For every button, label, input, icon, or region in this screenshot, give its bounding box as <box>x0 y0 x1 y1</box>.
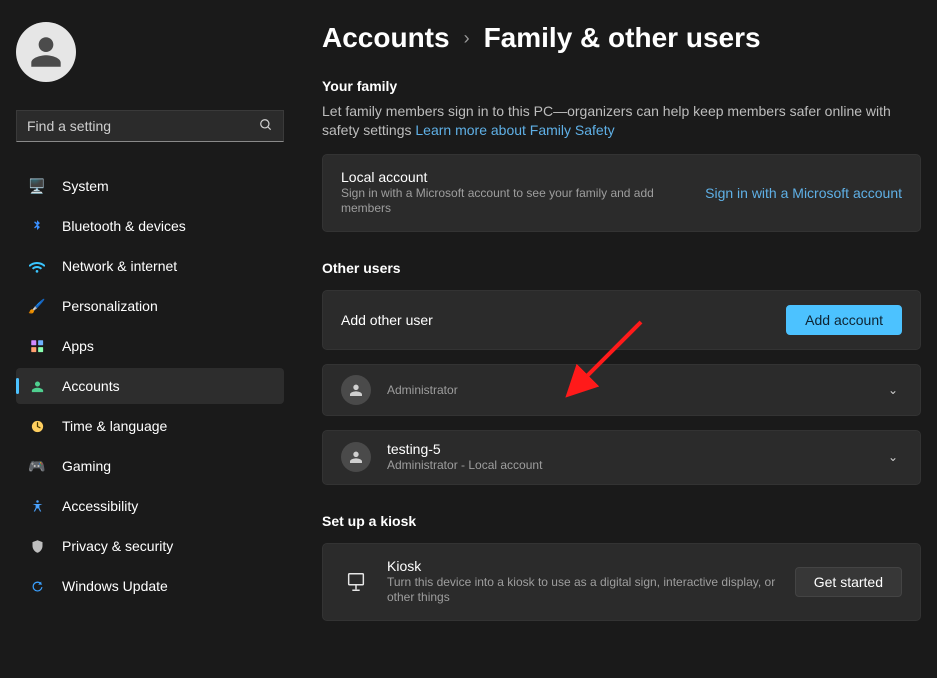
local-account-title: Local account <box>341 169 689 185</box>
chevron-down-icon[interactable]: ⌄ <box>884 379 902 401</box>
sidebar-item-label: Windows Update <box>62 578 168 594</box>
sidebar-item-time[interactable]: Time & language <box>16 408 284 444</box>
brush-icon: 🖌️ <box>28 297 46 315</box>
clock-icon <box>28 417 46 435</box>
display-icon: 🖥️ <box>28 177 46 195</box>
family-heading: Your family <box>322 78 921 94</box>
add-other-user-card: Add other user Add account <box>322 290 921 350</box>
sidebar-item-label: Accounts <box>62 378 120 394</box>
user-role: Administrator - Local account <box>387 458 868 474</box>
sidebar-item-label: Time & language <box>62 418 167 434</box>
chevron-down-icon[interactable]: ⌄ <box>884 446 902 468</box>
user-avatar-icon <box>341 375 371 405</box>
kiosk-icon <box>341 571 371 593</box>
kiosk-title: Kiosk <box>387 558 779 574</box>
breadcrumb: Accounts › Family & other users <box>322 22 921 54</box>
sidebar-item-accessibility[interactable]: Accessibility <box>16 488 284 524</box>
breadcrumb-current: Family & other users <box>484 22 761 54</box>
sidebar-item-bluetooth[interactable]: Bluetooth & devices <box>16 208 284 244</box>
shield-icon <box>28 537 46 555</box>
update-icon <box>28 577 46 595</box>
sidebar-item-label: Bluetooth & devices <box>62 218 186 234</box>
add-account-button[interactable]: Add account <box>786 305 902 335</box>
user-card-testing5[interactable]: testing-5 Administrator - Local account … <box>322 430 921 485</box>
sidebar-item-label: Gaming <box>62 458 111 474</box>
person-icon <box>28 34 64 70</box>
sidebar-item-privacy[interactable]: Privacy & security <box>16 528 284 564</box>
sidebar-item-label: Privacy & security <box>62 538 173 554</box>
sidebar-nav: 🖥️ System Bluetooth & devices Network & … <box>16 168 284 604</box>
user-name: testing-5 <box>387 441 868 457</box>
sidebar-item-apps[interactable]: Apps <box>16 328 284 364</box>
other-users-heading: Other users <box>322 260 921 276</box>
sidebar-item-label: Apps <box>62 338 94 354</box>
wifi-icon <box>28 257 46 275</box>
person-icon <box>348 382 364 398</box>
kiosk-card: Kiosk Turn this device into a kiosk to u… <box>322 543 921 621</box>
person-icon <box>28 377 46 395</box>
sidebar: 🖥️ System Bluetooth & devices Network & … <box>0 0 300 678</box>
sidebar-item-personalization[interactable]: 🖌️ Personalization <box>16 288 284 324</box>
apps-icon <box>28 337 46 355</box>
main-content: Accounts › Family & other users Your fam… <box>300 0 937 678</box>
sidebar-item-label: Accessibility <box>62 498 138 514</box>
kiosk-subtitle: Turn this device into a kiosk to use as … <box>387 575 779 606</box>
add-other-user-title: Add other user <box>341 312 770 328</box>
family-description: Let family members sign in to this PC—or… <box>322 102 921 140</box>
sidebar-item-system[interactable]: 🖥️ System <box>16 168 284 204</box>
sidebar-item-label: Personalization <box>62 298 158 314</box>
search-input[interactable] <box>27 118 251 134</box>
sidebar-item-gaming[interactable]: 🎮 Gaming <box>16 448 284 484</box>
local-account-card: Local account Sign in with a Microsoft a… <box>322 154 921 232</box>
signin-microsoft-link[interactable]: Sign in with a Microsoft account <box>705 185 902 201</box>
bluetooth-icon <box>28 217 46 235</box>
sidebar-item-update[interactable]: Windows Update <box>16 568 284 604</box>
sidebar-item-label: System <box>62 178 109 194</box>
kiosk-get-started-button[interactable]: Get started <box>795 567 902 597</box>
user-avatar-icon <box>341 442 371 472</box>
family-learn-more-link[interactable]: Learn more about Family Safety <box>415 122 614 138</box>
gamepad-icon: 🎮 <box>28 457 46 475</box>
sidebar-item-network[interactable]: Network & internet <box>16 248 284 284</box>
search-input-container[interactable] <box>16 110 284 142</box>
accessibility-icon <box>28 497 46 515</box>
kiosk-heading: Set up a kiosk <box>322 513 921 529</box>
user-card-administrator[interactable]: Administrator ⌄ <box>322 364 921 416</box>
local-account-subtitle: Sign in with a Microsoft account to see … <box>341 186 689 217</box>
user-role: Administrator <box>387 383 868 399</box>
sidebar-item-accounts[interactable]: Accounts <box>16 368 284 404</box>
chevron-right-icon: › <box>464 28 470 49</box>
search-icon <box>259 118 273 135</box>
sidebar-item-label: Network & internet <box>62 258 177 274</box>
breadcrumb-parent[interactable]: Accounts <box>322 22 450 54</box>
user-avatar[interactable] <box>16 22 76 82</box>
person-icon <box>348 449 364 465</box>
